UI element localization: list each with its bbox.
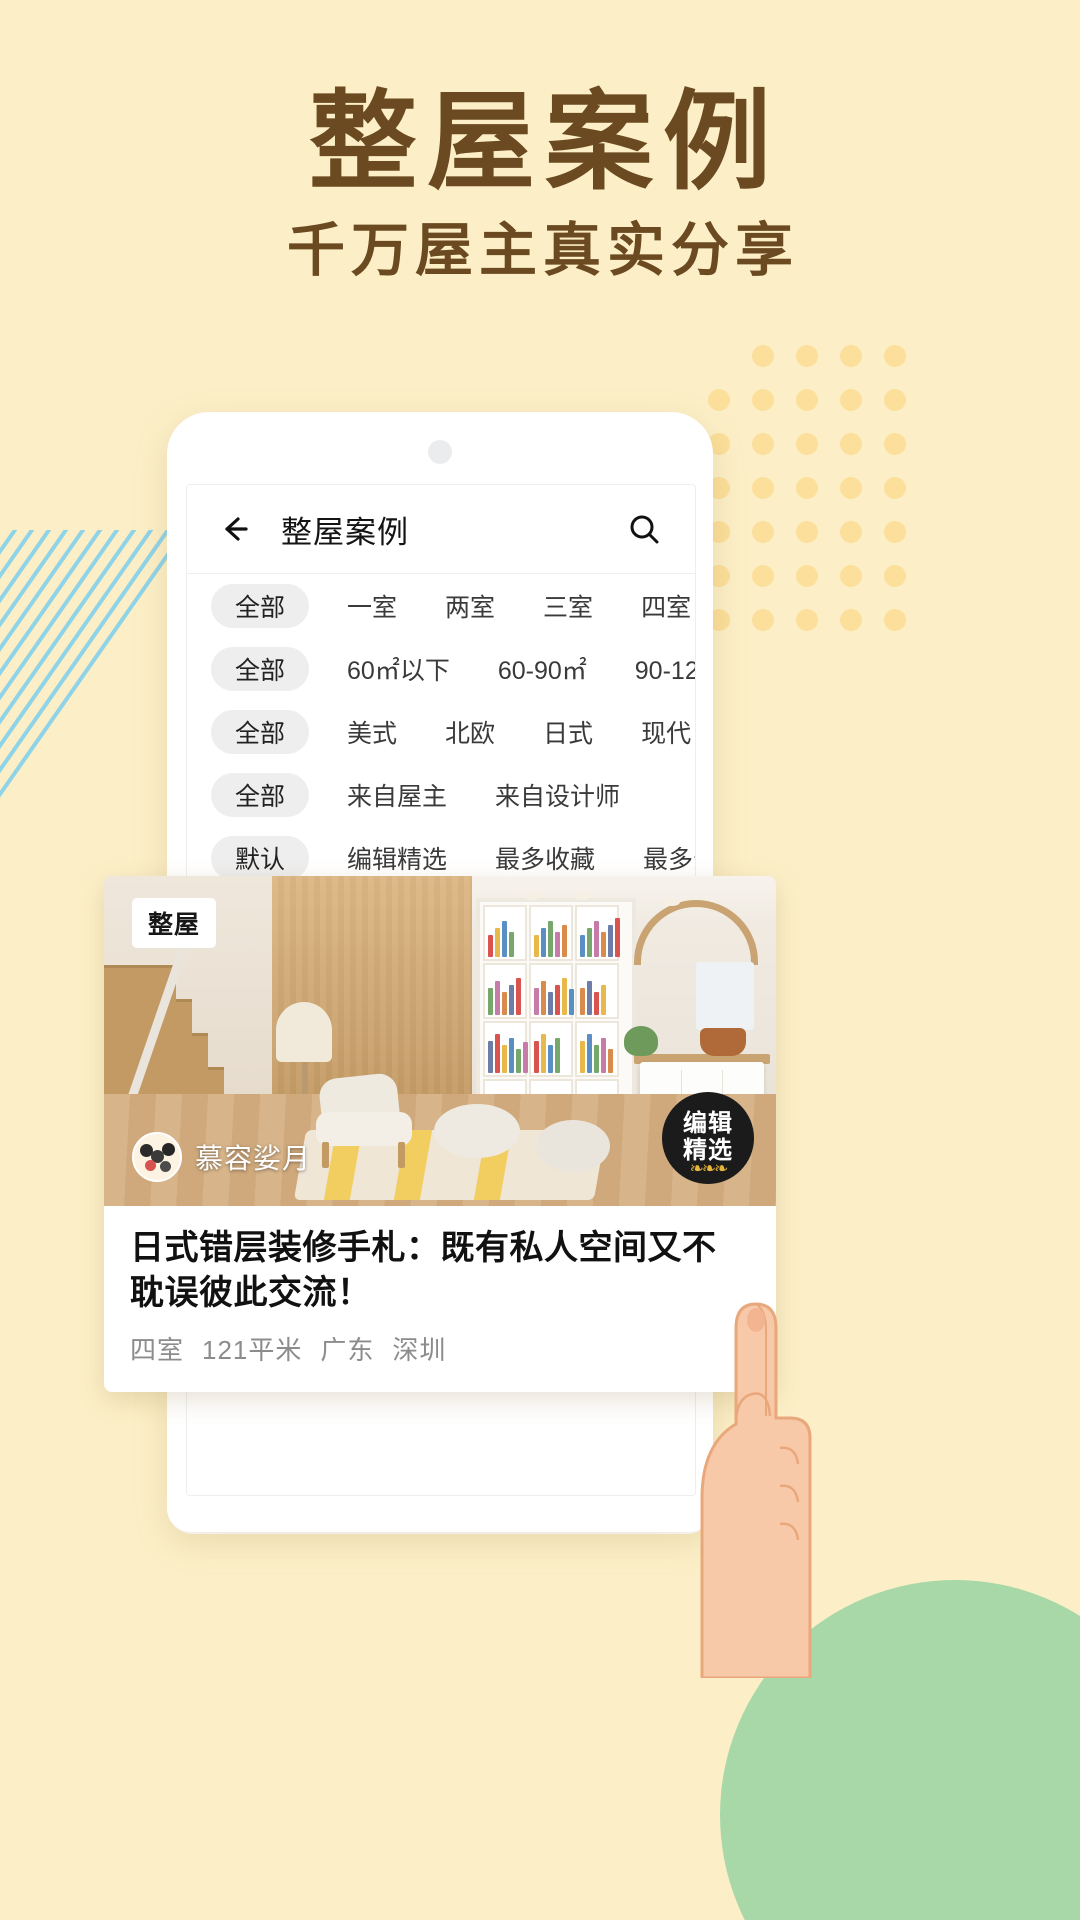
case-meta-city: 深圳 (392, 1334, 447, 1365)
filter-chip-style-modern[interactable]: 现代 (631, 710, 695, 754)
filter-row-source: 全部 来自屋主 来自设计师 (187, 763, 695, 826)
editor-pick-badge: 编辑 精选 ❧❧❧ (662, 1092, 754, 1184)
case-photo: 整屋 慕容娑月 编辑 精选 ❧❧❧ (104, 876, 776, 1206)
filter-chip-style-american[interactable]: 美式 (337, 710, 407, 754)
hand-pointer-icon (640, 1248, 860, 1680)
filter-chip-source-owner[interactable]: 来自屋主 (337, 773, 457, 817)
case-meta-province: 广东 (320, 1334, 375, 1365)
app-header: 整屋案例 (187, 485, 695, 574)
poster-headline: 整屋案例 千万屋主真实分享 (0, 88, 1080, 280)
filter-chip-room-2[interactable]: 两室 (435, 584, 505, 628)
case-meta-area: 121平米 (202, 1334, 303, 1365)
filter-row-style: 全部 美式 北欧 日式 现代 复古 (187, 700, 695, 763)
search-icon[interactable] (621, 506, 667, 552)
case-meta-rooms: 四室 (130, 1334, 185, 1365)
filter-chip-area-60-90[interactable]: 60-90㎡ (488, 647, 597, 691)
filter-chip-style-japanese[interactable]: 日式 (533, 710, 603, 754)
poster-subtitle: 千万屋主真实分享 (286, 218, 799, 283)
filter-chip-sort-shares[interactable]: 最多分享 (633, 836, 695, 880)
filter-chip-room-3[interactable]: 三室 (533, 584, 603, 628)
avatar (132, 1132, 182, 1182)
laurel-icon: ❧❧❧ (689, 1158, 729, 1178)
filter-chip-room-all[interactable]: 全部 (211, 583, 310, 628)
filter-chip-room-1[interactable]: 一室 (337, 584, 407, 628)
filter-chip-area-all[interactable]: 全部 (211, 646, 310, 691)
filter-chip-sort-default[interactable]: 默认 (211, 835, 310, 880)
badge-line-1: 编辑 (683, 1110, 733, 1138)
poster-title: 整屋案例 (308, 81, 781, 202)
filter-chip-source-designer[interactable]: 来自设计师 (485, 773, 630, 817)
filter-chip-sort-favorites[interactable]: 最多收藏 (485, 836, 605, 880)
case-author[interactable]: 慕容娑月 (132, 1132, 311, 1182)
filter-chip-style-all[interactable]: 全部 (211, 709, 310, 754)
filter-chip-area-90-120[interactable]: 90-120㎡ (625, 647, 695, 691)
author-name: 慕容娑月 (195, 1143, 312, 1174)
filter-chip-sort-editor[interactable]: 编辑精选 (337, 836, 457, 880)
filter-chip-area-under60[interactable]: 60㎡以下 (337, 647, 460, 691)
filter-chip-source-all[interactable]: 全部 (211, 772, 310, 817)
back-arrow-icon[interactable] (215, 509, 255, 549)
filter-chip-style-nordic[interactable]: 北欧 (435, 710, 505, 754)
poster-stage: 整屋案例 千万屋主真实分享 整屋案例 全部 一室 两室 三室 四室 全部 60㎡… (0, 0, 1080, 1920)
filter-row-room-count: 全部 一室 两室 三室 四室 五室 (187, 574, 695, 637)
filter-chip-room-4[interactable]: 四室 (631, 584, 695, 628)
filter-row-area: 全部 60㎡以下 60-90㎡ 90-120㎡ 120-1 (187, 637, 695, 700)
case-type-tag: 整屋 (132, 898, 217, 948)
filter-panel: 全部 一室 两室 三室 四室 五室 全部 60㎡以下 (187, 574, 695, 889)
phone-camera-dot (428, 440, 452, 464)
app-header-title: 整屋案例 (281, 514, 409, 550)
